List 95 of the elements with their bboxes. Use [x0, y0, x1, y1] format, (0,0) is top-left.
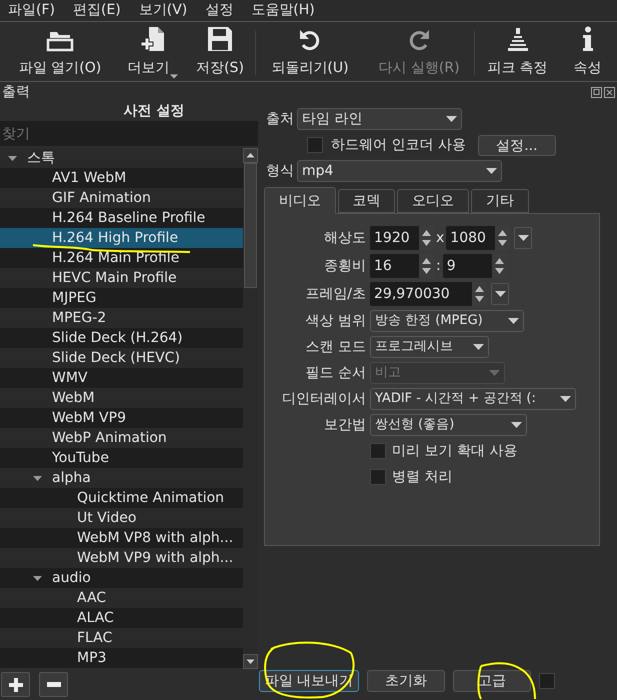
- redo-icon: [407, 28, 431, 52]
- dropdown-arrow-icon: [473, 344, 484, 350]
- scroll-up-icon[interactable]: [243, 148, 258, 163]
- field-label: 보간법: [323, 416, 366, 434]
- checkbox[interactable]: [370, 443, 386, 459]
- expand-arrow-icon[interactable]: [33, 576, 42, 580]
- dropdown-arrow-icon: [486, 168, 497, 174]
- search-field[interactable]: 찾기: [0, 121, 258, 146]
- toolbar-button[interactable]: 더보기: [120, 26, 185, 79]
- checkbox[interactable]: [307, 137, 323, 153]
- source-dropdown[interactable]: 타임 라인: [297, 108, 462, 130]
- tab[interactable]: 오디오: [397, 189, 469, 213]
- checkbox-label: 미리 보기 확대 사용: [392, 442, 518, 460]
- field-label: 형식: [265, 162, 294, 180]
- close-icon[interactable]: [604, 86, 615, 98]
- expand-arrow-icon[interactable]: [33, 476, 42, 480]
- tab[interactable]: 기타: [471, 189, 529, 213]
- dropdown-arrow-icon: [494, 291, 506, 297]
- field-label: 해상도: [323, 228, 366, 248]
- tree-item[interactable]: Quicktime Animation: [0, 488, 243, 508]
- field-label: 출처: [265, 110, 294, 128]
- field-label: 디인터레이서: [281, 390, 366, 408]
- tree-item[interactable]: H.264 High Profile: [0, 228, 243, 248]
- field-label: 스캔 모드: [304, 338, 366, 356]
- toolbar-button[interactable]: 속성: [560, 26, 615, 79]
- remove-button[interactable]: [39, 672, 68, 697]
- scrollbar[interactable]: [243, 148, 258, 669]
- undo-icon: [298, 28, 322, 52]
- folder-icon: [46, 30, 74, 52]
- number-field[interactable]: 16: [370, 254, 434, 278]
- toolbar-button[interactable]: 피크 측정: [475, 26, 560, 79]
- dropdown-arrow-icon: [170, 74, 178, 79]
- expand-arrow-icon[interactable]: [8, 156, 17, 160]
- toolbar-button[interactable]: 파일 열기(O): [0, 30, 120, 79]
- field-label: 종횡비: [323, 256, 366, 276]
- dropdown[interactable]: 방송 한정 (MPEG): [370, 310, 524, 332]
- tree-item[interactable]: YouTube: [0, 448, 243, 468]
- panel-title: 출력: [2, 82, 30, 102]
- action-button[interactable]: 초기화: [367, 670, 445, 692]
- undock-icon[interactable]: [591, 86, 602, 98]
- toolbar-button[interactable]: 되돌리기(U): [256, 28, 364, 79]
- tab[interactable]: 코덱: [338, 189, 395, 213]
- tree-item[interactable]: WebM VP8 with alph...: [0, 528, 243, 548]
- tree-item[interactable]: AV1 WebM: [0, 168, 243, 188]
- level-bars-icon: [506, 26, 530, 52]
- number-field[interactable]: 1920: [370, 226, 434, 250]
- dropdown-button[interactable]: [514, 227, 532, 249]
- field-label: 필드 순서: [304, 364, 366, 382]
- dropdown-arrow-icon: [508, 318, 519, 324]
- tree-item[interactable]: audio: [0, 568, 243, 588]
- tree-item[interactable]: WMV: [0, 368, 243, 388]
- document-plus-icon: [140, 26, 164, 52]
- add-button[interactable]: [1, 672, 30, 697]
- dropdown-arrow-icon: [560, 396, 571, 402]
- field-label: 색상 범위: [304, 312, 366, 330]
- dropdown-button[interactable]: [491, 283, 509, 305]
- dropdown[interactable]: YADIF - 시간적 + 공간적 (:: [370, 388, 576, 410]
- checkbox-label: 병렬 처리: [392, 468, 452, 486]
- tree-item[interactable]: ALAC: [0, 608, 243, 628]
- scroll-thumb[interactable]: [244, 163, 257, 288]
- minus-icon: [46, 682, 60, 687]
- tree-item[interactable]: Slide Deck (H.264): [0, 328, 243, 348]
- presets-title: 사전 설정: [122, 102, 186, 120]
- dropdown[interactable]: 프로그레시브: [370, 336, 489, 358]
- tree-item[interactable]: H.264 Baseline Profile: [0, 208, 243, 228]
- tree-item[interactable]: H.264 Main Profile: [0, 248, 243, 268]
- dropdown[interactable]: 쌍선형 (좋음): [370, 414, 527, 436]
- plus-icon: [8, 678, 22, 692]
- menu-item[interactable]: 도움말(H): [251, 0, 315, 21]
- tab[interactable]: 비디오: [264, 187, 336, 214]
- menu-item[interactable]: 편집(E): [72, 0, 121, 21]
- scroll-down-icon[interactable]: [243, 654, 258, 669]
- separator-text: x: [436, 228, 444, 248]
- field-label: 프레임/초: [304, 284, 366, 304]
- checkbox-label: 하드웨어 인코더 사용: [331, 136, 466, 154]
- checkbox[interactable]: [370, 469, 386, 485]
- number-field[interactable]: 29,970030: [370, 282, 487, 306]
- menu-item[interactable]: 보기(V): [138, 0, 188, 21]
- tree-item[interactable]: MJPEG: [0, 288, 243, 308]
- number-field[interactable]: 9: [442, 254, 507, 278]
- menu-item[interactable]: 설정: [205, 0, 234, 21]
- dropdown-arrow-icon: [518, 235, 529, 241]
- format-dropdown[interactable]: mp4: [297, 160, 502, 182]
- checkbox[interactable]: [539, 673, 555, 689]
- menu-item[interactable]: 파일(F): [8, 0, 55, 21]
- separator-text: :: [436, 256, 441, 276]
- tree-item[interactable]: WebM VP9: [0, 408, 243, 428]
- dropdown-arrow-icon: [489, 370, 500, 376]
- toolbar-button[interactable]: 저장(S): [185, 26, 255, 79]
- info-icon: [582, 26, 594, 52]
- dropdown-arrow-icon: [446, 116, 457, 122]
- number-field[interactable]: 1080: [446, 226, 510, 250]
- dropdown-arrow-icon: [511, 422, 522, 428]
- settings-button[interactable]: 설정...: [478, 134, 556, 156]
- tree-item[interactable]: MP3: [0, 648, 243, 668]
